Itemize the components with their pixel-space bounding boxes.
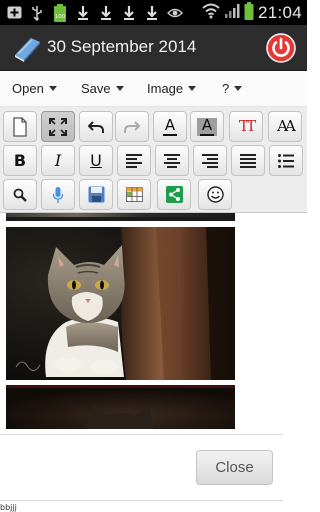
text-size-icon: TT [238, 117, 256, 135]
page-title: 30 September 2014 [47, 37, 197, 56]
add-icon [6, 4, 22, 21]
align-justify-icon [240, 153, 256, 168]
action-bar: 30 September 2014 [0, 25, 307, 71]
wifi-icon [202, 3, 220, 23]
notification-icons: 100 [6, 3, 183, 22]
search-icon [13, 188, 27, 202]
italic-icon: I [54, 150, 62, 170]
underline-button[interactable]: U [79, 145, 113, 176]
svg-text:100: 100 [55, 14, 66, 20]
save-disk-button[interactable] [79, 179, 113, 210]
menu-open-label: Open [12, 81, 44, 96]
microphone-icon [52, 186, 64, 203]
menu-image-label: Image [147, 81, 184, 96]
microphone-button[interactable] [41, 179, 75, 210]
bold-button[interactable]: B [3, 145, 37, 176]
insert-table-icon [125, 187, 143, 202]
fullscreen-icon [49, 117, 67, 136]
caret-down-icon [48, 86, 57, 91]
bullet-list-icon [278, 153, 294, 168]
menu-image[interactable]: Image [147, 81, 197, 96]
system-icons: 21:04 [202, 1, 302, 24]
font-color-icon: A [164, 115, 176, 134]
font-icon: AA [277, 117, 296, 135]
dialog-divider [0, 434, 283, 435]
caret-down-icon [234, 86, 243, 91]
image-bottom-partial[interactable] [6, 385, 235, 429]
share-icon [165, 186, 183, 203]
bullet-list-button[interactable] [269, 145, 303, 176]
download-icon [98, 4, 114, 21]
book-icon[interactable] [11, 33, 43, 63]
status-bar: 100 21:04 [0, 0, 307, 25]
menu-save-label: Save [81, 81, 111, 96]
bold-icon: B [13, 150, 27, 170]
battery-icon [244, 1, 254, 24]
redo-button[interactable] [115, 111, 149, 142]
screen: 100 21:04 30 September 2014 Open Save Im… [0, 0, 307, 512]
align-center-icon [164, 153, 180, 168]
search-button[interactable] [3, 179, 37, 210]
download-icon [144, 4, 160, 21]
fullscreen-button[interactable] [41, 111, 75, 142]
eye-icon [167, 4, 183, 21]
image-top-partial[interactable] [6, 213, 235, 221]
menu-save[interactable]: Save [81, 81, 124, 96]
cat-image [6, 227, 235, 380]
share-button[interactable] [157, 179, 191, 210]
undo-icon [88, 120, 104, 133]
footer-divider [0, 500, 283, 501]
italic-button[interactable]: I [41, 145, 75, 176]
undo-button[interactable] [79, 111, 113, 142]
align-left-icon [126, 153, 142, 168]
align-center-button[interactable] [155, 145, 189, 176]
emoticon-icon [206, 186, 224, 203]
battery-full-icon: 100 [52, 3, 68, 22]
download-icon [121, 4, 137, 21]
cat-photo[interactable] [6, 227, 235, 380]
insert-table-button[interactable] [117, 179, 151, 210]
editor-toolbar: A A TT AA B I U [0, 107, 307, 213]
text-size-button[interactable]: TT [229, 111, 263, 142]
close-button[interactable]: Close [196, 450, 273, 485]
usb-icon [29, 4, 45, 21]
font-color-button[interactable]: A [153, 111, 187, 142]
new-document-icon [13, 116, 27, 137]
menu-bar: Open Save Image ? [0, 71, 307, 107]
align-justify-button[interactable] [231, 145, 265, 176]
highlight-color-button[interactable]: A [190, 111, 224, 142]
align-right-icon [202, 153, 218, 168]
highlight-color-icon: A [201, 115, 213, 134]
power-icon[interactable] [265, 32, 297, 64]
align-left-button[interactable] [117, 145, 151, 176]
align-right-button[interactable] [193, 145, 227, 176]
save-disk-icon [88, 186, 104, 203]
menu-help-label: ? [222, 81, 230, 96]
menu-open[interactable]: Open [12, 81, 57, 96]
emoticon-button[interactable] [198, 179, 232, 210]
clock: 21:04 [257, 2, 302, 22]
footer-text: bbjjj [0, 503, 17, 512]
menu-help[interactable]: ? [222, 81, 243, 96]
new-document-button[interactable] [3, 111, 37, 142]
download-icon [75, 4, 91, 21]
caret-down-icon [115, 86, 124, 91]
signal-icon [224, 3, 240, 23]
redo-icon [124, 120, 140, 133]
underline-icon: U [90, 150, 102, 170]
editor-content[interactable] [0, 213, 307, 433]
font-button[interactable]: AA [268, 111, 302, 142]
caret-down-icon [188, 86, 197, 91]
